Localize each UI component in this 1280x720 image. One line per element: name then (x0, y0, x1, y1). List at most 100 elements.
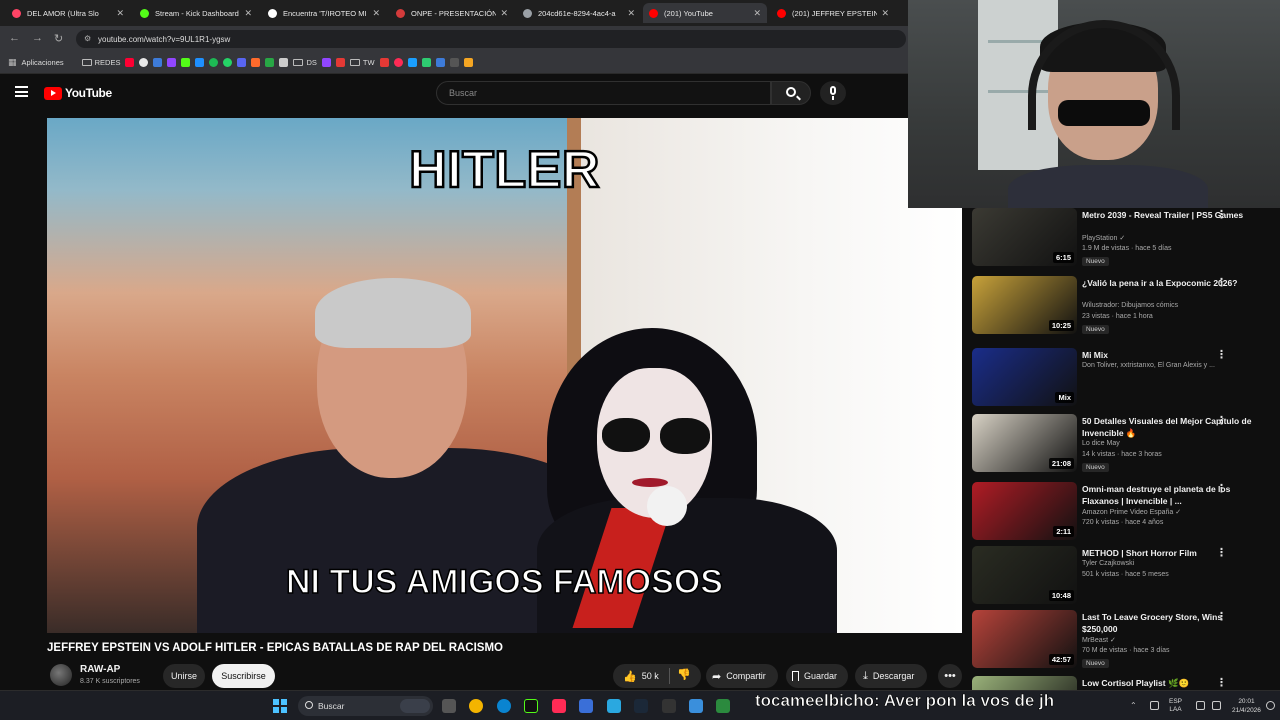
app-icon[interactable] (579, 699, 593, 713)
recommendation-item[interactable]: 2:11 Omni-man destruye el planeta de los … (972, 482, 1272, 544)
youtube-logo[interactable]: YouTube (44, 86, 112, 100)
xbox-icon[interactable] (716, 699, 730, 713)
recommendation-thumbnail[interactable]: 2:11 (972, 482, 1077, 540)
browser-tab[interactable]: (201) JEFFREY EPSTEIN V ✕ (771, 3, 895, 23)
bookmark-icon[interactable] (435, 58, 445, 67)
bookmark-icon[interactable] (321, 58, 331, 67)
more-options-icon[interactable]: ⋮ (1216, 348, 1227, 361)
recommendation-thumbnail[interactable] (972, 676, 1077, 690)
notifications-icon[interactable] (1266, 701, 1275, 710)
bookmark-whatsapp-icon[interactable] (223, 58, 233, 67)
tab-close-icon[interactable]: ✕ (116, 8, 124, 19)
bookmark-folder-tw[interactable]: TW (349, 58, 375, 67)
app-icon[interactable] (607, 699, 621, 713)
bookmark-icon[interactable] (463, 58, 473, 67)
bookmark-discord-icon[interactable] (237, 58, 247, 67)
bookmark-icon[interactable] (279, 58, 289, 67)
tab-close-icon[interactable]: ✕ (372, 8, 380, 19)
bookmark-apps[interactable]: Aplicaciones (22, 58, 64, 67)
more-options-icon[interactable]: ⋮ (1216, 610, 1227, 623)
more-options-icon[interactable]: ⋮ (1216, 482, 1227, 495)
video-player[interactable]: HITLER NI TUS AMIGOS FAMOSOS (47, 118, 962, 633)
wifi-icon[interactable] (1196, 701, 1205, 710)
bookmark-icon[interactable] (449, 58, 459, 67)
recommendation-item[interactable]: 10:48 METHOD | Short Horror Film Tyler Cza… (972, 546, 1272, 608)
bookmark-icon[interactable] (421, 58, 431, 67)
bookmark-icon[interactable] (153, 58, 163, 67)
kick-icon[interactable] (524, 699, 538, 713)
bookmark-kick-icon[interactable] (181, 58, 191, 67)
recommendation-thumbnail[interactable]: Mix (972, 348, 1077, 406)
apps-icon[interactable]: ▦ (8, 57, 17, 68)
tab-close-icon[interactable]: ✕ (753, 8, 761, 19)
tiktok-icon[interactable] (552, 699, 566, 713)
bookmark-icon[interactable] (379, 58, 389, 67)
tab-close-icon[interactable]: ✕ (500, 8, 508, 19)
bookmark-icon[interactable] (407, 58, 417, 67)
bookmark-spotify-icon[interactable] (209, 58, 219, 67)
more-actions-button[interactable]: ••• (938, 664, 962, 688)
more-options-icon[interactable]: ⋮ (1216, 676, 1227, 689)
recommendation-channel[interactable]: Amazon Prime Video España ✓ (1082, 508, 1181, 516)
download-button[interactable]: ⤓ Descargar (855, 664, 927, 688)
bookmark-icon[interactable] (195, 58, 205, 67)
recommendation-channel[interactable]: Don Toliver, xxtristanxo, El Gran Alexis… (1082, 362, 1215, 369)
bookmark-icon[interactable] (251, 58, 261, 67)
more-options-icon[interactable]: ⋮ (1216, 546, 1227, 559)
tab-close-icon[interactable]: ✕ (244, 8, 252, 19)
browser-tab[interactable]: 204cd61e-8294-4ac4-a ✕ (517, 3, 641, 23)
task-view-icon[interactable] (442, 699, 456, 713)
recommendation-item[interactable]: Low Cortisol Playlist 🌿🙂 ⋮ (972, 676, 1272, 690)
recommendation-thumbnail[interactable]: 10:25 (972, 276, 1077, 334)
bookmark-youtube-icon[interactable] (125, 58, 135, 67)
bookmark-icon[interactable] (393, 58, 403, 67)
dislike-icon[interactable]: 👎 (677, 668, 691, 681)
recommendation-item[interactable]: 21:08 50 Detalles Visuales del Mejor Capí… (972, 414, 1272, 476)
recommendation-item[interactable]: 42:57 Last To Leave Grocery Store, Wins $… (972, 610, 1272, 672)
like-icon[interactable]: 👍 (623, 670, 637, 683)
reload-icon[interactable]: ↻ (54, 32, 63, 45)
bookmark-folder-ds[interactable]: DS (293, 58, 317, 67)
share-button[interactable]: ➦ Compartir (706, 664, 778, 688)
join-button[interactable]: Unirse (163, 664, 205, 688)
menu-icon[interactable] (15, 86, 28, 97)
bookmark-folder-redes[interactable]: REDES (81, 58, 120, 67)
recommendation-channel[interactable]: Lo dice May (1082, 440, 1120, 447)
browser-tab[interactable]: DEL AMOR (Ultra Slo ✕ (6, 3, 130, 23)
tab-close-icon[interactable]: ✕ (627, 8, 635, 19)
site-info-icon[interactable]: ⚙ (84, 34, 91, 43)
recommendation-thumbnail[interactable]: 6:15 (972, 208, 1077, 266)
chrome-icon[interactable] (469, 699, 483, 713)
channel-name[interactable]: RAW-AP (80, 664, 120, 675)
steam-icon[interactable] (634, 699, 648, 713)
browser-tab[interactable]: Stream - Kick Dashboard ✕ (134, 3, 258, 23)
save-button[interactable]: Guardar (786, 664, 848, 688)
tray-icon[interactable] (1150, 701, 1159, 710)
bookmark-icon[interactable] (335, 58, 345, 67)
recommendation-channel[interactable]: Tyler Czajkowski (1082, 560, 1134, 567)
more-options-icon[interactable]: ⋮ (1216, 414, 1227, 427)
recommendation-item[interactable]: 10:25 ¿Valió la pena ir a la Expocomic 20… (972, 276, 1272, 338)
edge-icon[interactable] (497, 699, 511, 713)
search-input[interactable]: Buscar (436, 81, 771, 105)
bookmark-twitch-icon[interactable] (167, 58, 177, 67)
taskbar-clock[interactable]: 20:01 21/4/2026 (1232, 697, 1261, 715)
search-button[interactable] (771, 81, 811, 105)
recommendation-channel[interactable]: PlayStation ✓ (1082, 234, 1125, 242)
bookmark-icon[interactable] (265, 58, 275, 67)
browser-tab[interactable]: Encuentra 'T/IROTEO MI ✕ (262, 3, 386, 23)
voice-search-button[interactable] (820, 81, 846, 105)
address-bar[interactable]: ⚙ youtube.com/watch?v=9UL1R1-ygsw (76, 30, 906, 48)
recommendation-thumbnail[interactable]: 42:57 (972, 610, 1077, 668)
recommendation-thumbnail[interactable]: 10:48 (972, 546, 1077, 604)
notepad-icon[interactable] (689, 699, 703, 713)
keyboard-language[interactable]: ESP LAA (1169, 698, 1182, 714)
recommendation-channel[interactable]: MrBeast ✓ (1082, 636, 1116, 644)
start-button[interactable] (273, 699, 287, 713)
browser-tab[interactable]: (201) YouTube ✕ (643, 3, 767, 23)
tab-close-icon[interactable]: ✕ (881, 8, 889, 19)
more-options-icon[interactable]: ⋮ (1216, 208, 1227, 221)
tray-chevron-icon[interactable]: ⌃ (1130, 701, 1138, 710)
back-icon[interactable]: ← (9, 32, 20, 44)
bookmark-google-icon[interactable] (139, 58, 149, 67)
